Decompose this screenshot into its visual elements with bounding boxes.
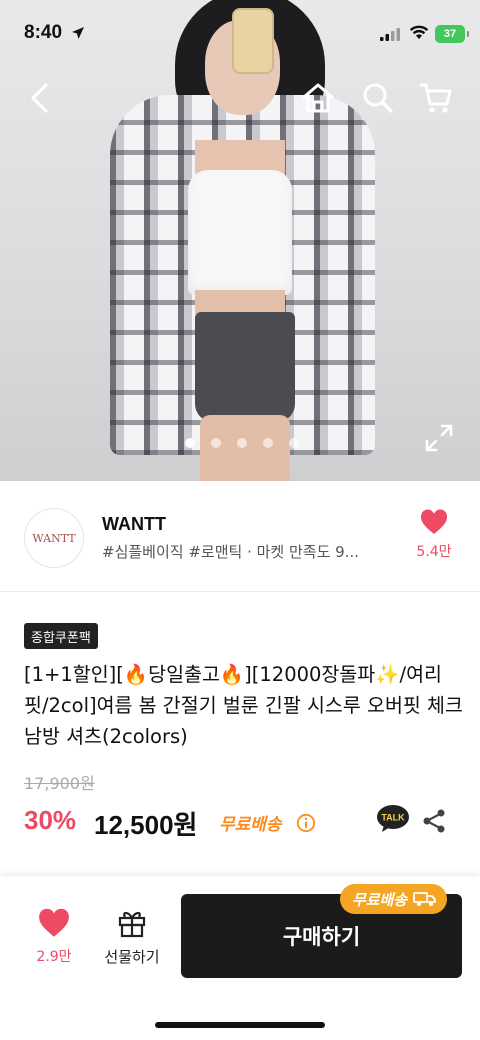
coupon-badge-label: 종합쿠폰팩 bbox=[31, 630, 91, 646]
pager-dot-active[interactable] bbox=[185, 438, 195, 448]
status-bar: 8:40 37 bbox=[0, 0, 480, 70]
discount-rate: 30% bbox=[24, 805, 77, 835]
status-time: 8:40 bbox=[24, 22, 63, 43]
home-icon bbox=[302, 83, 334, 113]
store-like-count: 5.4만 bbox=[416, 544, 452, 560]
signal-icon bbox=[380, 28, 400, 41]
info-icon[interactable] bbox=[296, 813, 316, 833]
sale-price: 12,500원 bbox=[94, 810, 198, 840]
photo-denim-shorts bbox=[195, 312, 295, 422]
photo-legs bbox=[200, 415, 290, 481]
wishlist-count: 2.9만 bbox=[36, 949, 72, 965]
wifi-icon bbox=[409, 25, 429, 39]
back-button[interactable] bbox=[22, 80, 58, 116]
store-logo[interactable]: WANTT bbox=[24, 508, 84, 568]
wishlist-button[interactable]: 2.9만 bbox=[24, 908, 84, 966]
kakao-talk-icon[interactable]: TALK bbox=[376, 804, 410, 834]
image-pager[interactable] bbox=[0, 438, 480, 448]
product-image[interactable] bbox=[0, 0, 480, 481]
gift-label: 선물하기 bbox=[104, 948, 160, 966]
heart-icon bbox=[39, 908, 69, 937]
home-button[interactable] bbox=[300, 80, 336, 116]
home-indicator bbox=[155, 1022, 325, 1028]
svg-text:TALK: TALK bbox=[381, 813, 405, 823]
coupon-badge: 종합쿠폰팩 bbox=[24, 623, 98, 649]
location-arrow-icon bbox=[72, 27, 84, 39]
pager-dot[interactable] bbox=[237, 438, 247, 448]
free-shipping-label: 무료배송 bbox=[219, 815, 282, 835]
bottom-action-bar: 2.9만 선물하기 구매하기 무료배송 bbox=[0, 876, 480, 1040]
photo-white-top bbox=[188, 170, 292, 295]
cart-button[interactable] bbox=[418, 80, 454, 116]
store-logo-text: WANTT bbox=[32, 531, 76, 545]
truck-icon bbox=[413, 892, 437, 906]
gift-button[interactable]: 선물하기 bbox=[96, 908, 168, 967]
pager-dot[interactable] bbox=[211, 438, 221, 448]
photo-waist bbox=[195, 290, 285, 314]
battery-indicator: 37 bbox=[435, 25, 469, 43]
gift-icon bbox=[118, 911, 146, 938]
heart-icon bbox=[420, 509, 448, 534]
buy-button-label: 구매하기 bbox=[282, 925, 361, 949]
pager-dot[interactable] bbox=[263, 438, 273, 448]
share-icon[interactable] bbox=[421, 808, 447, 834]
store-like-button[interactable]: 5.4만 bbox=[412, 509, 456, 561]
search-icon bbox=[363, 83, 393, 113]
store-row[interactable]: WANTT WANTT #심플베이직 #로맨틱 · 마켓 만족도 9... 5.… bbox=[0, 481, 480, 591]
battery-level: 37 bbox=[443, 28, 457, 40]
search-button[interactable] bbox=[360, 80, 396, 116]
cart-icon bbox=[419, 83, 452, 113]
free-shipping-pill: 무료배송 bbox=[340, 884, 448, 914]
product-title: [1+1할인][🔥당일출고🔥][12000장돌파✨/여리핏/2col]여름 봄 … bbox=[24, 663, 463, 748]
store-name[interactable]: WANTT bbox=[102, 514, 166, 535]
store-tags: #심플베이직 #로맨틱 · 마켓 만족도 9... bbox=[102, 543, 359, 561]
expand-icon[interactable] bbox=[424, 423, 454, 453]
pager-dot[interactable] bbox=[289, 438, 299, 448]
original-price: 17,900원 bbox=[24, 774, 95, 793]
section-divider bbox=[0, 591, 480, 592]
chevron-left-icon bbox=[31, 83, 48, 113]
free-shipping-pill-label: 무료배송 bbox=[352, 890, 408, 909]
